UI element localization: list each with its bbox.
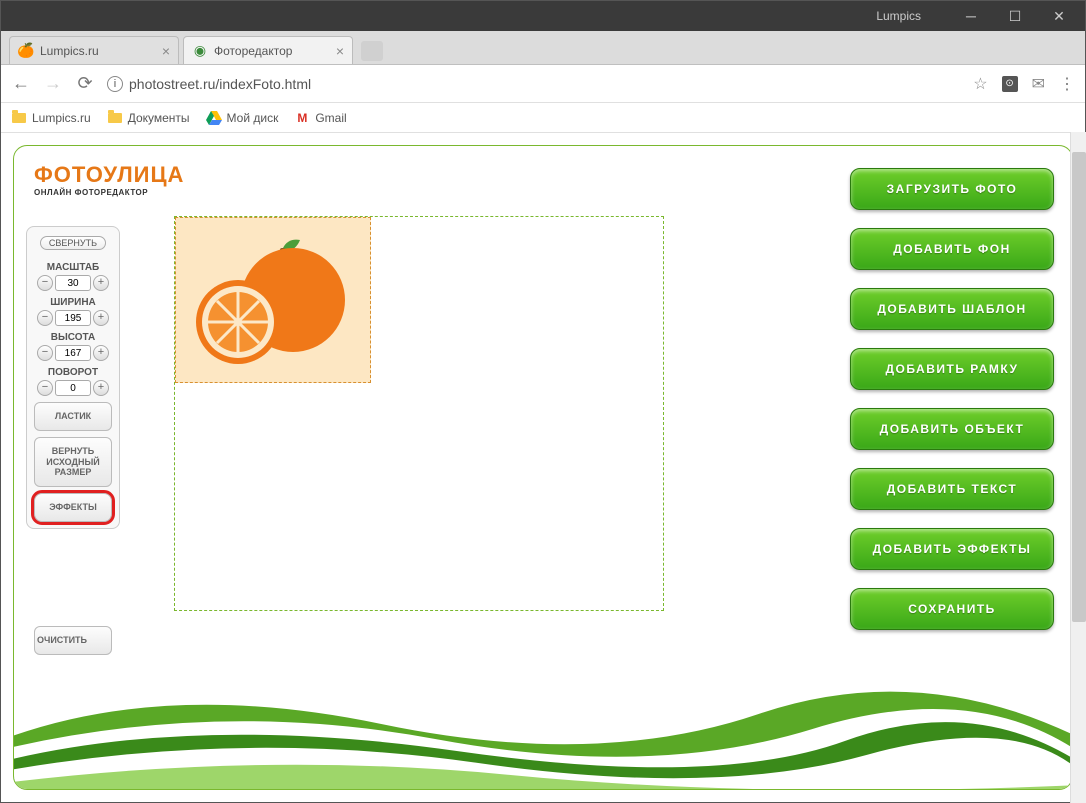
browser-window: Lumpics ─ ☐ ✕ 🍊 Lumpics.ru × ◉ Фоторедак… <box>0 0 1086 803</box>
scale-control: МАСШТАБ − 30 + <box>31 262 115 291</box>
add-template-button[interactable]: ДОБАВИТЬ ШАБЛОН <box>850 288 1054 330</box>
control-label: ВЫСОТА <box>31 332 115 343</box>
plus-button[interactable]: + <box>93 345 109 361</box>
key-icon[interactable]: ⊙ <box>1002 76 1018 92</box>
app-favicon-icon: ◉ <box>192 43 208 59</box>
menu-icon[interactable]: ⋮ <box>1059 74 1075 94</box>
decorative-wave <box>13 669 1073 790</box>
address-bar: ← → ⟳ i photostreet.ru/indexFoto.html ☆ … <box>1 65 1085 103</box>
add-frame-button[interactable]: ДОБАВИТЬ РАМКУ <box>850 348 1054 390</box>
save-button[interactable]: СОХРАНИТЬ <box>850 588 1054 630</box>
scale-value[interactable]: 30 <box>55 275 91 291</box>
url-text: photostreet.ru/indexFoto.html <box>129 76 311 92</box>
forward-button[interactable]: → <box>43 73 63 94</box>
drive-icon <box>206 110 222 126</box>
collapse-button[interactable]: СВЕРНУТЬ <box>40 236 106 250</box>
tab-title: Фоторедактор <box>214 44 292 58</box>
add-effects-button[interactable]: ДОБАВИТЬ ЭФФЕКТЫ <box>850 528 1054 570</box>
control-label: ШИРИНА <box>31 297 115 308</box>
tab-strip: 🍊 Lumpics.ru × ◉ Фоторедактор × <box>1 31 1085 65</box>
vertical-scrollbar[interactable] <box>1070 132 1086 803</box>
bookmark-lumpics[interactable]: Lumpics.ru <box>11 110 91 126</box>
orange-favicon-icon: 🍊 <box>18 43 34 59</box>
logo: ФОТОУЛИЦА ОНЛАЙН ФОТОРЕДАКТОР <box>34 162 184 197</box>
bookmark-label: Мой диск <box>227 111 279 125</box>
bookmarks-bar: Lumpics.ru Документы Мой диск M Gmail <box>1 103 1085 133</box>
bookmark-documents[interactable]: Документы <box>107 110 190 126</box>
tab-close-icon[interactable]: × <box>336 43 344 59</box>
logo-title: ФОТОУЛИЦА <box>34 162 184 188</box>
height-value[interactable]: 167 <box>55 345 91 361</box>
browser-tab-2[interactable]: ◉ Фоторедактор × <box>183 36 353 64</box>
minus-button[interactable]: − <box>37 345 53 361</box>
add-text-button[interactable]: ДОБАВИТЬ ТЕКСТ <box>850 468 1054 510</box>
minus-button[interactable]: − <box>37 310 53 326</box>
editor-canvas[interactable] <box>174 216 664 611</box>
bookmark-star-icon[interactable]: ☆ <box>973 74 987 94</box>
plus-button[interactable]: + <box>93 380 109 396</box>
page-content: ФОТОУЛИЦА ОНЛАЙН ФОТОРЕДАКТОР СВЕРНУТЬ М… <box>1 133 1085 802</box>
add-object-button[interactable]: ДОБАВИТЬ ОБЪЕКТ <box>850 408 1054 450</box>
clear-button[interactable]: ОЧИСТИТЬ <box>34 626 112 655</box>
orange-image-icon <box>188 230 358 370</box>
folder-icon <box>11 110 27 126</box>
scrollbar-thumb[interactable] <box>1072 152 1086 622</box>
right-actions-panel: ЗАГРУЗИТЬ ФОТО ДОБАВИТЬ ФОН ДОБАВИТЬ ШАБ… <box>850 168 1054 630</box>
plus-button[interactable]: + <box>93 310 109 326</box>
gmail-icon: M <box>294 110 310 126</box>
control-label: МАСШТАБ <box>31 262 115 273</box>
window-minimize-button[interactable]: ─ <box>949 2 993 30</box>
reload-button[interactable]: ⟳ <box>75 73 95 94</box>
rotation-control: ПОВОРОТ − 0 + <box>31 367 115 396</box>
url-field[interactable]: i photostreet.ru/indexFoto.html <box>107 76 961 92</box>
bookmark-label: Документы <box>128 111 190 125</box>
new-tab-button[interactable] <box>361 41 383 61</box>
editor-frame: ФОТОУЛИЦА ОНЛАЙН ФОТОРЕДАКТОР СВЕРНУТЬ М… <box>13 145 1073 790</box>
plus-button[interactable]: + <box>93 275 109 291</box>
browser-tab-1[interactable]: 🍊 Lumpics.ru × <box>9 36 179 64</box>
selected-image-object[interactable] <box>175 217 371 383</box>
window-app-name: Lumpics <box>876 9 921 23</box>
tab-title: Lumpics.ru <box>40 44 99 58</box>
folder-icon <box>107 110 123 126</box>
add-background-button[interactable]: ДОБАВИТЬ ФОН <box>850 228 1054 270</box>
minus-button[interactable]: − <box>37 275 53 291</box>
height-control: ВЫСОТА − 167 + <box>31 332 115 361</box>
left-tools-panel: СВЕРНУТЬ МАСШТАБ − 30 + ШИРИНА − 195 + <box>26 226 120 529</box>
eraser-button[interactable]: ЛАСТИК <box>34 402 112 431</box>
bookmark-drive[interactable]: Мой диск <box>206 110 279 126</box>
site-info-icon[interactable]: i <box>107 76 123 92</box>
window-maximize-button[interactable]: ☐ <box>993 2 1037 30</box>
window-close-button[interactable]: ✕ <box>1037 2 1081 30</box>
rotation-value[interactable]: 0 <box>55 380 91 396</box>
mail-icon[interactable]: ✉ <box>1032 74 1045 94</box>
window-titlebar: Lumpics ─ ☐ ✕ <box>1 1 1085 31</box>
bookmark-label: Lumpics.ru <box>32 111 91 125</box>
upload-photo-button[interactable]: ЗАГРУЗИТЬ ФОТО <box>850 168 1054 210</box>
restore-size-button[interactable]: ВЕРНУТЬ ИСХОДНЫЙ РАЗМЕР <box>34 437 112 487</box>
bookmark-gmail[interactable]: M Gmail <box>294 110 346 126</box>
width-value[interactable]: 195 <box>55 310 91 326</box>
tab-close-icon[interactable]: × <box>162 43 170 59</box>
control-label: ПОВОРОТ <box>31 367 115 378</box>
minus-button[interactable]: − <box>37 380 53 396</box>
bookmark-label: Gmail <box>315 111 346 125</box>
logo-subtitle: ОНЛАЙН ФОТОРЕДАКТОР <box>34 188 184 197</box>
back-button[interactable]: ← <box>11 73 31 94</box>
effects-button[interactable]: ЭФФЕКТЫ <box>34 493 112 522</box>
width-control: ШИРИНА − 195 + <box>31 297 115 326</box>
